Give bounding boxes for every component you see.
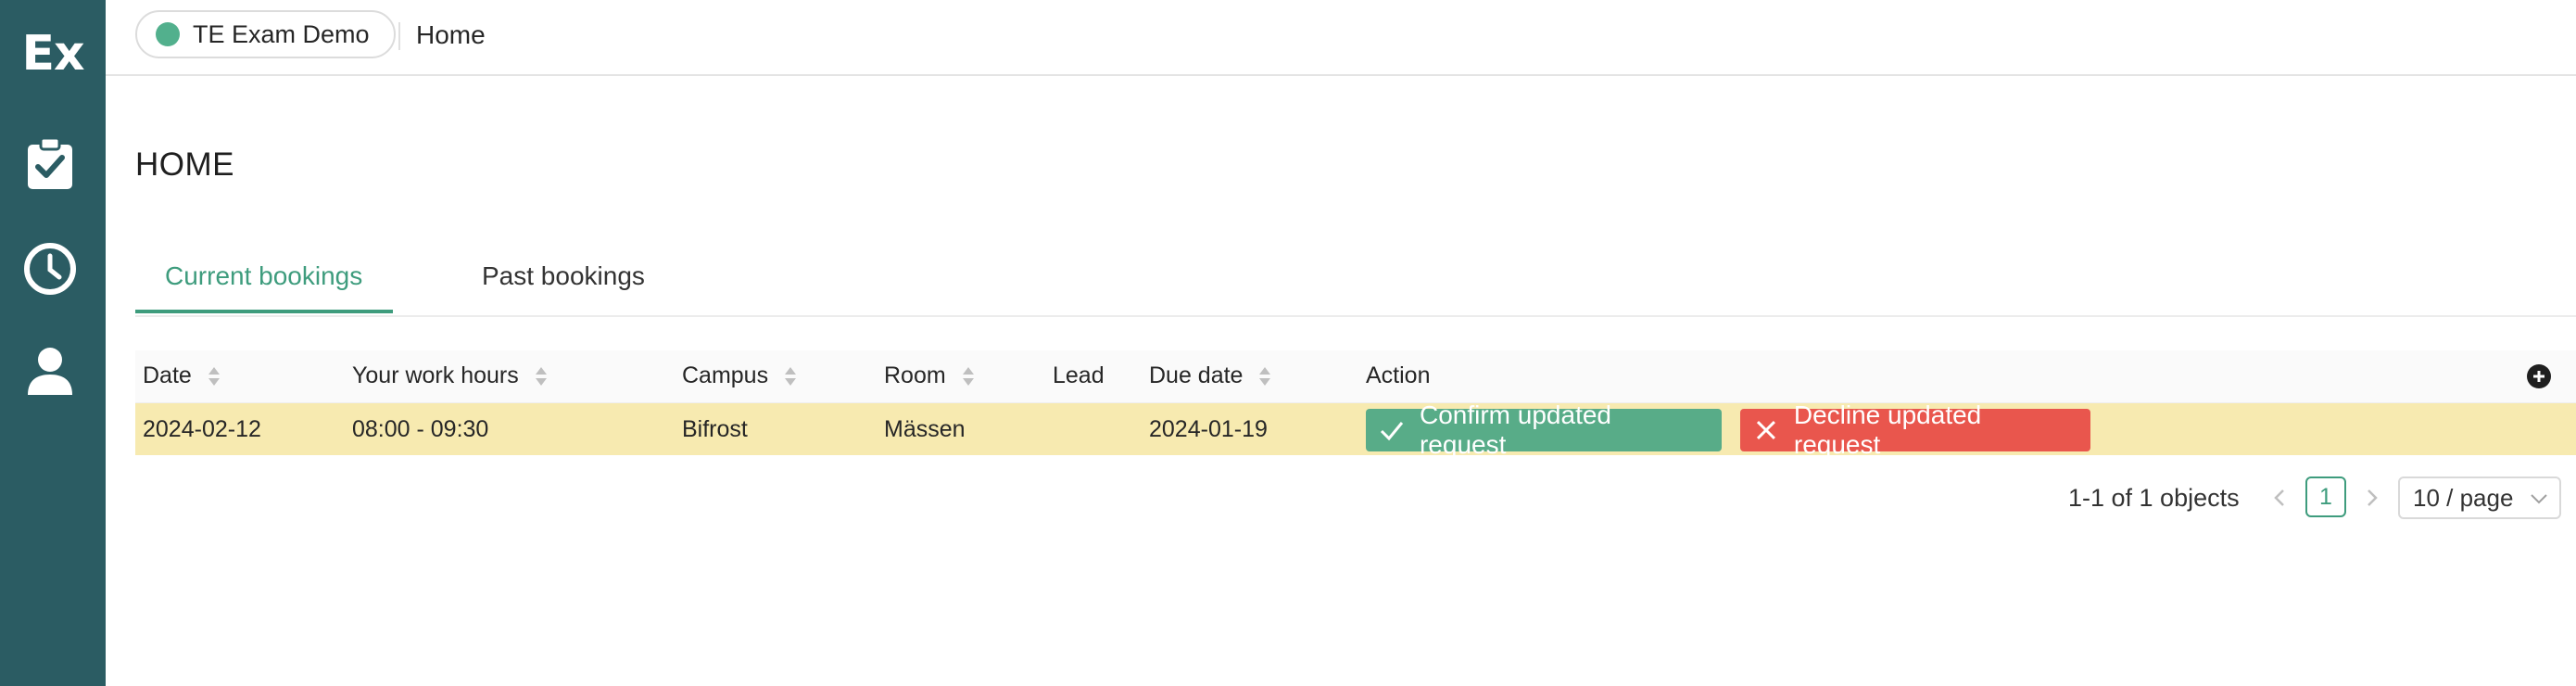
column-label: Action [1366, 362, 1431, 388]
column-label: Campus [682, 362, 769, 388]
button-label: Confirm updated request [1419, 400, 1611, 459]
table-row[interactable]: 2024-02-12 08:00 - 09:30 Bifrost Mässen … [135, 400, 2576, 459]
clock-icon[interactable] [22, 241, 78, 297]
sort-icon[interactable] [783, 365, 798, 387]
chevron-right-icon[interactable] [2361, 488, 2381, 513]
confirm-updated-request-button[interactable]: Confirm updated request [1366, 400, 1722, 459]
cell-due-date: 2024-01-19 [1149, 416, 1268, 442]
chevron-left-icon[interactable] [2270, 488, 2291, 513]
tab-bar: Current bookings Past bookings [135, 250, 2576, 317]
pagination-total: 1-1 of 1 objects [2068, 484, 2240, 512]
sort-icon[interactable] [961, 365, 976, 387]
top-bar: TE Exam Demo Home [106, 0, 2576, 76]
breadcrumb[interactable]: Home [416, 20, 486, 50]
user-icon[interactable] [22, 343, 78, 399]
column-label: Room [884, 362, 946, 388]
column-header-due-date[interactable]: Due date [1149, 362, 1272, 389]
pagination-page-1[interactable]: 1 [2305, 476, 2346, 517]
page-size-select[interactable]: 10 / page [2398, 476, 2561, 519]
column-header-lead: Lead [1053, 362, 1105, 389]
column-label: Your work hours [352, 362, 519, 388]
column-header-date[interactable]: Date [143, 362, 221, 389]
pagination: 1-1 of 1 objects 1 10 / page [0, 475, 2576, 521]
active-tab-indicator [135, 310, 393, 313]
app-logo[interactable]: Ex [0, 26, 106, 82]
divider [398, 22, 400, 50]
environment-selector[interactable]: TE Exam Demo [135, 10, 396, 58]
column-header-work-hours[interactable]: Your work hours [352, 362, 549, 389]
bookings-table: Date Your work hours Campus Room Lead Du… [135, 350, 2576, 459]
tab-past-bookings[interactable]: Past bookings [482, 261, 645, 291]
clipboard-check-icon[interactable] [22, 135, 78, 191]
page-title: HOME [135, 146, 234, 183]
cell-work-hours: 08:00 - 09:30 [352, 416, 489, 442]
environment-label: TE Exam Demo [193, 19, 370, 48]
plus-circle-icon[interactable] [2526, 363, 2552, 389]
column-label: Lead [1053, 362, 1105, 388]
sort-icon[interactable] [207, 365, 221, 387]
table-header: Date Your work hours Campus Room Lead Du… [135, 350, 2576, 403]
decline-updated-request-button[interactable]: Decline updated request [1740, 400, 2090, 459]
tab-current-bookings[interactable]: Current bookings [165, 261, 362, 291]
status-dot-icon [156, 22, 180, 46]
column-header-campus[interactable]: Campus [682, 362, 798, 389]
column-label: Date [143, 362, 192, 388]
column-header-room[interactable]: Room [884, 362, 976, 389]
close-icon [1756, 420, 1775, 440]
cell-campus: Bifrost [682, 416, 748, 442]
check-icon [1380, 422, 1404, 441]
sort-icon[interactable] [1257, 365, 1272, 387]
page-size-value: 10 / page [2413, 483, 2514, 512]
sidebar: Ex [0, 0, 106, 686]
column-header-action: Action [1366, 362, 1430, 389]
cell-room: Mässen [884, 416, 966, 442]
cell-date: 2024-02-12 [143, 416, 261, 442]
sort-icon[interactable] [534, 365, 549, 387]
chevron-down-icon [2531, 494, 2547, 504]
column-label: Due date [1149, 362, 1244, 388]
button-label: Decline updated request [1793, 400, 1982, 459]
